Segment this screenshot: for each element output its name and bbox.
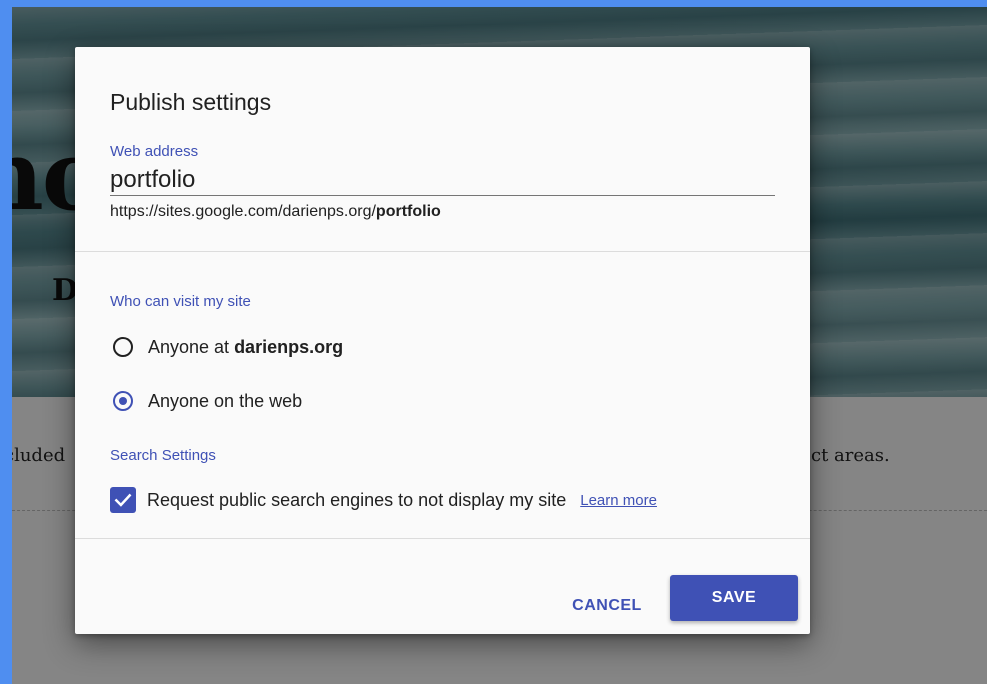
radio-unchecked-icon[interactable] (113, 337, 133, 357)
radio-anyone-on-web[interactable]: Anyone on the web (113, 386, 302, 416)
url-slug: portfolio (375, 203, 441, 220)
search-engine-opt-out-row: Request public search engines to not dis… (110, 485, 657, 515)
radio-checked-icon[interactable] (113, 391, 133, 411)
radio-label: Anyone at darienps.org (148, 337, 343, 358)
web-address-input[interactable] (110, 165, 775, 196)
browser-viewport: no D cluded ct areas. Publish settings W… (12, 7, 987, 684)
cancel-button[interactable]: CANCEL (552, 584, 662, 628)
web-address-label: Web address (110, 143, 199, 160)
checkbox-checked[interactable] (110, 487, 136, 513)
checkmark-icon (114, 493, 132, 507)
search-settings-label: Search Settings (110, 447, 216, 464)
visibility-section-label: Who can visit my site (110, 293, 251, 310)
dialog-title: Publish settings (110, 89, 272, 115)
checkbox-label: Request public search engines to not dis… (147, 489, 567, 510)
publish-settings-dialog: Publish settings Web address https://sit… (75, 47, 810, 634)
save-button[interactable]: SAVE (670, 575, 798, 621)
radio-anyone-at-domain[interactable]: Anyone at darienps.org (113, 332, 343, 362)
site-url-preview: https://sites.google.com/darienps.org/po… (110, 203, 441, 221)
url-prefix: https://sites.google.com/darienps.org/ (110, 203, 376, 220)
learn-more-link[interactable]: Learn more (580, 492, 657, 509)
radio-label: Anyone on the web (148, 390, 303, 411)
radio-label-prefix: Anyone at (148, 336, 235, 357)
divider (75, 538, 810, 539)
domain-name: darienps.org (234, 336, 344, 357)
divider (75, 251, 810, 252)
